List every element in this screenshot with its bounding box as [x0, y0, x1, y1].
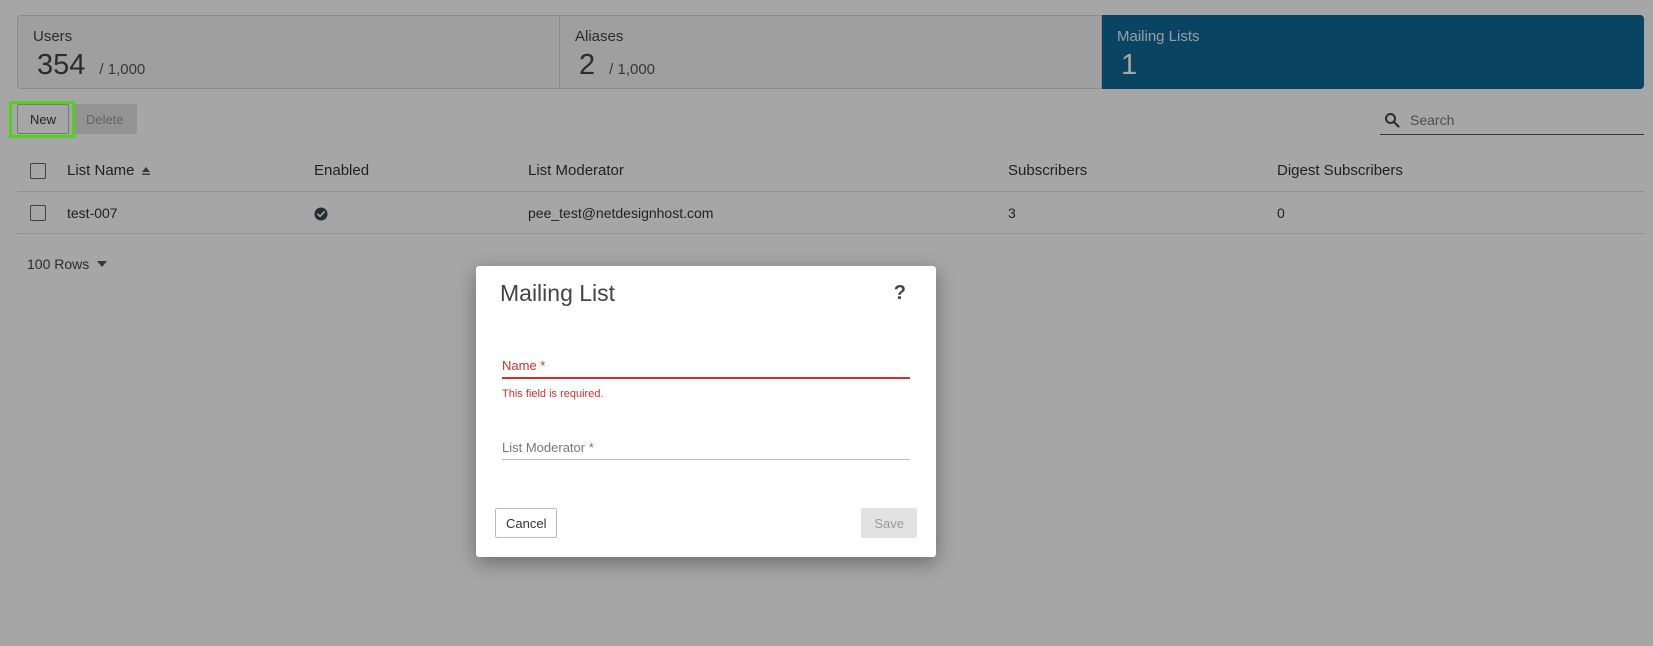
list-moderator-field-label: List Moderator *: [502, 440, 594, 455]
cancel-button[interactable]: Cancel: [495, 508, 558, 538]
save-button[interactable]: Save: [861, 508, 917, 538]
dialog-title: Mailing List: [500, 280, 616, 306]
name-field-label: Name *: [502, 358, 546, 373]
name-field-underline: [502, 377, 910, 379]
list-moderator-field[interactable]: List Moderator *: [502, 440, 910, 460]
list-moderator-field-underline: [502, 459, 910, 460]
help-icon[interactable]: ?: [894, 282, 906, 305]
mailing-list-dialog: Mailing List ? Name * This field is requ…: [476, 266, 936, 557]
name-field-error: This field is required.: [502, 387, 604, 400]
page: Users 354 / 1,000 Aliases 2 / 1,000 Mail…: [0, 0, 1653, 646]
name-field[interactable]: Name * This field is required.: [502, 358, 910, 400]
